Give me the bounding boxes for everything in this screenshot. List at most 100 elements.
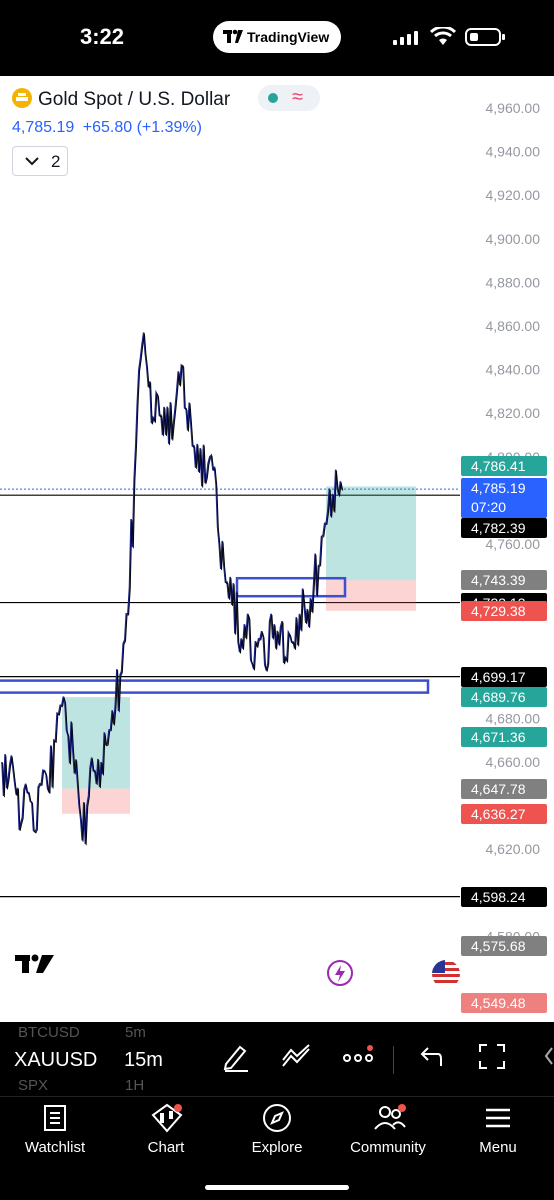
price-axis-tick: 4,920.00: [486, 187, 541, 203]
price-label-value: 4,743.39: [471, 572, 526, 589]
demand-zone-box: [0, 679, 430, 694]
price-axis-tick: 4,760.00: [486, 536, 541, 552]
price-axis-tick: 4,680.00: [486, 710, 541, 726]
undo-icon[interactable]: [418, 1042, 444, 1072]
price-label-pill: 4,785.19 07:20: [461, 478, 547, 518]
position-loss-zone: [62, 788, 130, 814]
ghost-interval: 5m: [125, 1024, 146, 1041]
price-label-value: 4,647.78: [471, 780, 526, 797]
tradingview-logo-icon: [223, 29, 243, 43]
price-label-pill: 4,636.27: [461, 803, 547, 824]
wifi-icon: [430, 27, 456, 45]
position-profit-zone: [326, 486, 416, 581]
price-label-pill: 4,647.78: [461, 778, 547, 799]
indicators-toggle[interactable]: 2: [12, 146, 68, 176]
bolt-glyph-icon: [335, 965, 345, 982]
price-axis-tick: 4,620.00: [486, 841, 541, 857]
price-axis-tick: 4,900.00: [486, 231, 541, 247]
ghost-interval: 1H: [125, 1077, 145, 1094]
price-label-value: 4,785.19: [471, 480, 526, 496]
tab-label: Chart: [147, 1139, 185, 1156]
tab-label: Community: [350, 1139, 426, 1156]
price-axis-tick: 4,820.00: [486, 405, 541, 421]
home-indicator: [205, 1185, 349, 1190]
chart-toolbar: BTCUSD 5m SPX 1H XAUUSD 15m: [0, 1022, 554, 1096]
price-axis-tick: 4,660.00: [486, 754, 541, 770]
tab-explore[interactable]: Explore: [222, 1097, 332, 1167]
price-label-pill: 4,729.38: [461, 600, 547, 621]
price-label-pill: 4,689.76: [461, 687, 547, 708]
tab-watchlist[interactable]: Watchlist: [0, 1097, 110, 1167]
status-bar: 3:22 TradingView: [0, 0, 554, 76]
price-label-pill: 4,743.39: [461, 570, 547, 591]
price-label-pill: 4,575.68: [461, 935, 547, 956]
flag-glyph-icon: [432, 960, 460, 988]
tradingview-pill[interactable]: TradingView: [213, 21, 341, 53]
price-label-pill: 4,598.24: [461, 886, 547, 907]
tab-label: Explore: [251, 1139, 303, 1156]
price-label-value: 4,549.48: [471, 994, 526, 1011]
chart-icon: [151, 1103, 183, 1133]
indicators-count: 2: [51, 152, 61, 171]
last-price: 4,785.19: [12, 119, 75, 136]
draw-pen-icon[interactable]: [222, 1042, 250, 1072]
price-label-value: 4,598.24: [471, 888, 526, 905]
price-label-value: 4,786.41: [471, 458, 526, 474]
tab-chart[interactable]: Chart: [111, 1097, 221, 1167]
gold-coin-icon: [12, 88, 32, 108]
watchlist-icon: [44, 1105, 66, 1131]
approx-wave-icon: ≈: [292, 86, 303, 108]
price-label-value: 4,782.39: [471, 520, 526, 536]
expand-arrow-icon[interactable]: [540, 1042, 554, 1072]
price-label-value: 4,689.76: [471, 689, 526, 706]
price-axis-tick: 4,860.00: [486, 318, 541, 334]
price-label-value: 4,636.27: [471, 805, 526, 822]
us-flag-icon[interactable]: [432, 960, 460, 988]
market-open-dot-icon: [268, 93, 278, 103]
price-chart[interactable]: 4,960.00 4,940.00 4,920.00 4,900.00 4,880.00…: [0, 76, 554, 1022]
price-label-pill: 4,671.36: [461, 727, 547, 748]
toolbar-divider: [393, 1046, 394, 1074]
price-label-pill: 4,549.48: [461, 992, 547, 1013]
chevron-down-icon: [25, 157, 39, 166]
symbol-title-text: Gold Spot / U.S. Dollar: [38, 89, 231, 110]
draw-trend-icon[interactable]: [280, 1042, 314, 1072]
battery-icon: [465, 28, 505, 46]
price-label-pill: 4,786.41: [461, 456, 547, 476]
price-axis-tick: 4,940.00: [486, 144, 541, 160]
interval-selector[interactable]: 15m: [124, 1049, 163, 1072]
tradingview-watermark-icon: [15, 954, 54, 973]
ghost-symbol: SPX: [18, 1077, 49, 1094]
price-label-value: 4,699.17: [471, 668, 526, 685]
price-label-pill: 4,782.39: [461, 518, 547, 538]
signal-icon: [393, 31, 418, 45]
price-label-pill: 4,699.17: [461, 666, 547, 687]
price-label-value: 4,729.38: [471, 602, 526, 619]
symbol-selector[interactable]: XAUUSD: [14, 1049, 97, 1072]
ghost-symbol: BTCUSD: [18, 1024, 80, 1041]
app-pill-label: TradingView: [247, 29, 330, 45]
symbol-title[interactable]: Gold Spot / U.S. Dollar: [12, 88, 230, 111]
tab-label: Watchlist: [24, 1139, 86, 1156]
tab-community[interactable]: Community: [333, 1097, 443, 1167]
lightning-icon[interactable]: [327, 960, 353, 986]
bar-countdown: 07:20: [471, 499, 507, 515]
tab-label: Menu: [479, 1139, 517, 1156]
price-label-value: 4,575.68: [471, 937, 526, 954]
price-line: 4,785.19 +65.80 (+1.39%): [12, 119, 202, 137]
more-tools-icon[interactable]: [342, 1042, 376, 1072]
fullscreen-icon[interactable]: [478, 1042, 506, 1072]
chart-area[interactable]: 4,960.00 4,940.00 4,920.00 4,900.00 4,880.00…: [0, 76, 554, 1022]
hamburger-menu-icon: [486, 1108, 510, 1128]
price-change: +65.80 (+1.39%): [82, 119, 202, 136]
price-axis-tick: 4,960.00: [486, 100, 541, 116]
price-label-value: 4,671.36: [471, 729, 526, 746]
price-series-line: [1, 332, 343, 845]
community-icon: [374, 1104, 406, 1130]
price-axis-tick: 4,880.00: [486, 274, 541, 290]
market-status-badge[interactable]: ≈: [258, 85, 320, 111]
tab-menu[interactable]: Menu: [443, 1097, 553, 1167]
price-series-shadow: [2, 333, 344, 846]
clock: 3:22: [80, 24, 125, 49]
tab-bar: Watchlist Chart Explore Community Menu: [0, 1096, 554, 1200]
